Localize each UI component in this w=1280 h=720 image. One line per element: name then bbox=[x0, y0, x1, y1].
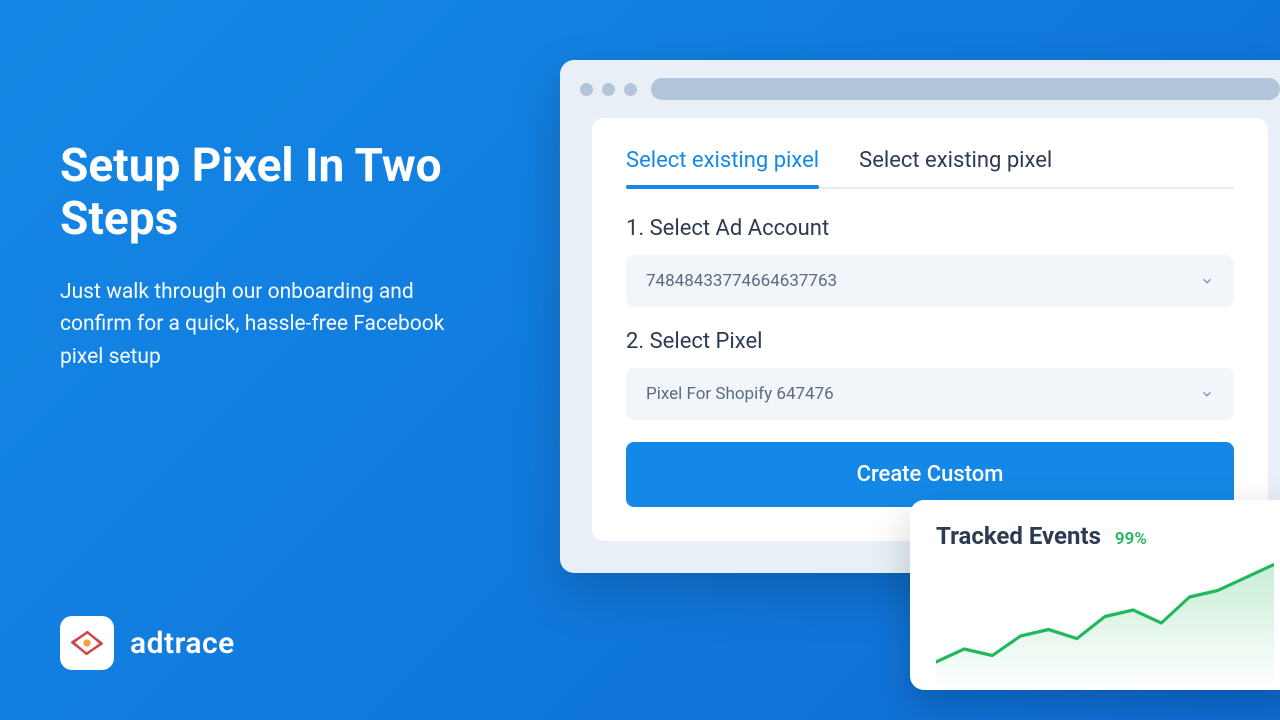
tracked-events-chart bbox=[936, 558, 1274, 688]
subheadline: Just walk through our onboarding and con… bbox=[60, 276, 480, 374]
tracked-events-title: Tracked Events bbox=[936, 522, 1101, 550]
tracked-events-percent: 99% bbox=[1115, 529, 1147, 549]
ad-account-value: 74848433774664637763 bbox=[646, 271, 837, 291]
brand-name: adtrace bbox=[130, 626, 235, 661]
setup-panel: Select existing pixel Select existing pi… bbox=[592, 118, 1268, 541]
step1-label: 1. Select Ad Account bbox=[626, 216, 1234, 241]
brand-logo-icon bbox=[60, 616, 114, 670]
pixel-value: Pixel For Shopify 647476 bbox=[646, 384, 834, 404]
browser-mock: Select existing pixel Select existing pi… bbox=[560, 60, 1280, 573]
chevron-down-icon bbox=[1200, 387, 1214, 401]
brand-block: adtrace bbox=[60, 616, 235, 670]
tab-select-existing[interactable]: Select existing pixel bbox=[859, 148, 1052, 187]
tracked-events-card: Tracked Events 99% bbox=[910, 500, 1280, 690]
step2-label: 2. Select Pixel bbox=[626, 329, 1234, 354]
tab-bar: Select existing pixel Select existing pi… bbox=[626, 148, 1234, 188]
url-bar bbox=[651, 78, 1280, 100]
headline: Setup Pixel In Two Steps bbox=[60, 140, 480, 246]
chevron-down-icon bbox=[1200, 274, 1214, 288]
traffic-lights-icon bbox=[580, 83, 637, 96]
pixel-select[interactable]: Pixel For Shopify 647476 bbox=[626, 368, 1234, 420]
ad-account-select[interactable]: 74848433774664637763 bbox=[626, 255, 1234, 307]
browser-chrome bbox=[560, 60, 1280, 118]
tab-select-existing-active[interactable]: Select existing pixel bbox=[626, 148, 819, 187]
create-custom-button[interactable]: Create Custom bbox=[626, 442, 1234, 507]
